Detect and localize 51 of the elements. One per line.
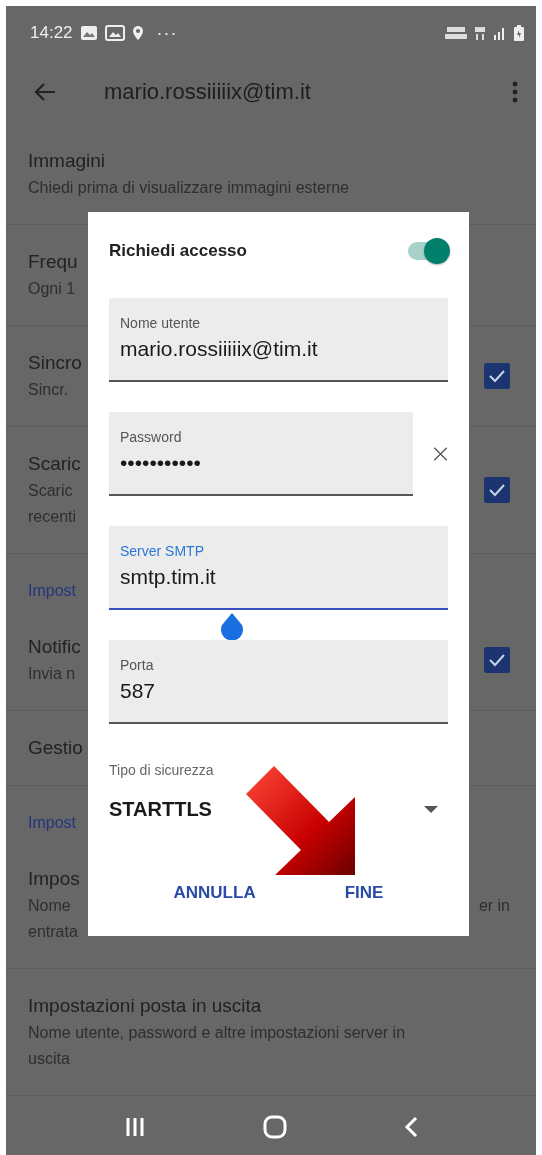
checkbox[interactable] [484, 647, 510, 673]
dialog-button[interactable]: FINE [336, 877, 392, 909]
setting-description: uscita [28, 1049, 70, 1069]
checkmark-icon [488, 483, 506, 497]
input-field[interactable]: Server SMTP smtp.tim.it [109, 526, 448, 610]
dropdown-label: Tipo di sicurezza [109, 762, 215, 778]
dialog-button[interactable]: ANNULLA [165, 877, 264, 909]
signal-icon [493, 26, 507, 40]
input-field[interactable]: Porta 587 [109, 640, 448, 724]
location-pin-icon [131, 25, 144, 41]
input-field[interactable]: Nome utente mario.rossiiiiix@tim.it [109, 298, 448, 382]
overflow-menu-icon[interactable] [512, 81, 518, 103]
input-field[interactable]: Password ••••••••••• [109, 412, 413, 496]
checkmark-icon [488, 369, 506, 383]
setting-description: Invia n [28, 664, 76, 684]
setting-description: Nome utente, password e altre impostazioni server in [28, 1023, 406, 1043]
setting-description: Chiedi prima di visualizzare immagini esterne [28, 178, 349, 198]
account-title: mario.rossiiiiix@tim.it [104, 79, 312, 105]
setting-title[interactable]: Scaric [28, 450, 81, 478]
setting-description: Scaric [28, 481, 73, 501]
setting-title[interactable]: Impostazioni posta in uscita [28, 992, 262, 1020]
section-header: Impost [28, 582, 76, 599]
setting-title[interactable]: Sincro [28, 349, 82, 377]
setting-description: entrata [28, 922, 78, 942]
setting-title[interactable]: Notific [28, 633, 81, 661]
battery-icon [514, 25, 524, 41]
recent-apps-icon[interactable] [124, 1117, 147, 1137]
text-cursor-handle-icon[interactable] [219, 612, 245, 642]
setting-description: Ogni 1 [28, 279, 76, 299]
back-arrow-icon[interactable] [34, 83, 56, 101]
setting-description: er in [478, 896, 510, 916]
setting-title[interactable]: Frequ [28, 248, 78, 276]
back-icon[interactable] [403, 1116, 418, 1138]
setting-description: Nome [28, 896, 71, 916]
setting-title[interactable]: Gestio [28, 734, 83, 762]
checkmark-icon [488, 653, 506, 667]
dropdown-caret-icon [424, 805, 438, 814]
status-time: 14:22 [30, 23, 73, 43]
checkbox[interactable] [484, 477, 510, 503]
setting-title[interactable]: Immagini [28, 147, 106, 175]
setting-title[interactable]: Impos [28, 865, 80, 893]
setting-description: Sincr. [28, 380, 68, 400]
home-icon[interactable] [263, 1115, 287, 1139]
section-header: Impost [28, 814, 76, 831]
setting-description: recenti [28, 507, 77, 527]
more-notifications: ··· [156, 22, 178, 44]
gallery-icon [104, 25, 125, 41]
checkbox[interactable] [484, 363, 510, 389]
security-dropdown[interactable]: STARTTLS [109, 778, 448, 821]
image-icon [79, 25, 98, 41]
toggle-label: Richiedi accesso [109, 241, 247, 261]
